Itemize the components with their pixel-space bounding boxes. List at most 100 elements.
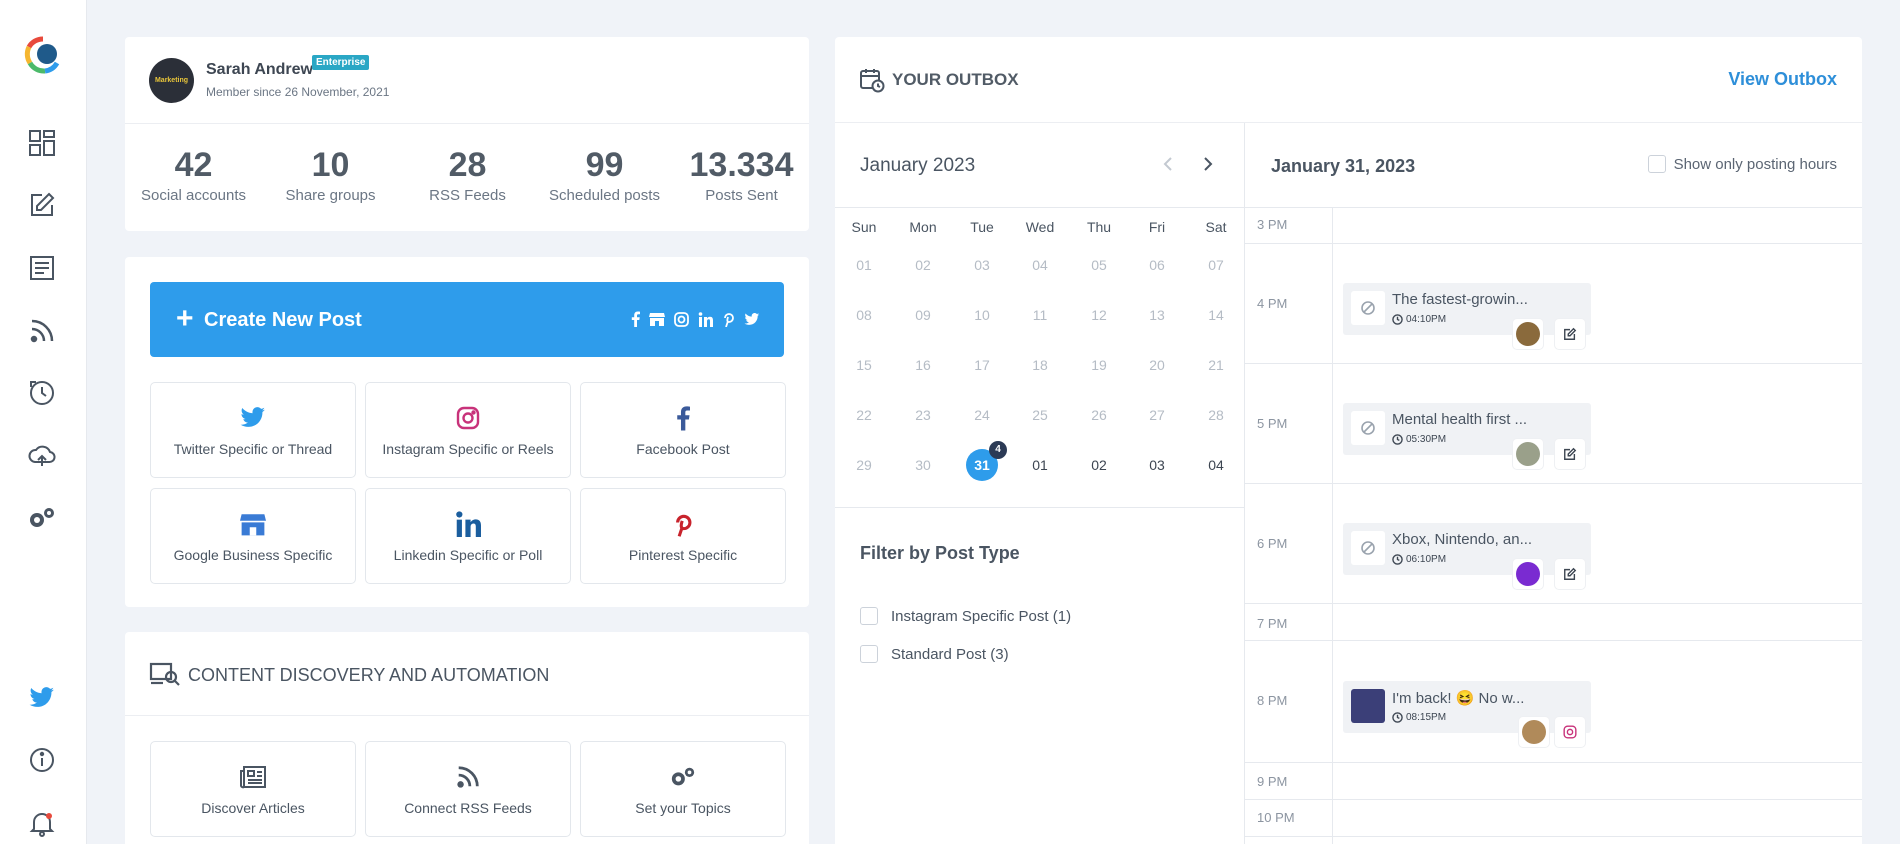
google-business-post-tile[interactable]: Google Business Specific (150, 488, 356, 584)
calendar-day[interactable]: 26 (1070, 407, 1128, 423)
edit-post-button[interactable] (1555, 319, 1585, 349)
instagram-post-tile[interactable]: Instagram Specific or Reels (365, 382, 571, 478)
linkedin-icon (366, 509, 570, 539)
stat-social-accounts[interactable]: 42 Social accounts (125, 124, 262, 204)
checkbox[interactable] (860, 607, 878, 625)
calendar-day[interactable]: 17 (953, 357, 1011, 373)
calendar-day[interactable]: 08 (835, 307, 893, 323)
discover-articles-tile[interactable]: Discover Articles (150, 741, 356, 837)
scheduled-post[interactable]: The fastest-growin... 04:10PM (1343, 283, 1591, 349)
calendar-day[interactable]: 14 (1187, 307, 1245, 323)
schedule-icon[interactable] (27, 378, 57, 408)
calendar-day[interactable]: 24 (953, 407, 1011, 423)
calendar-day[interactable]: 04 (1011, 257, 1069, 273)
calendar-day[interactable]: 30 (894, 457, 952, 473)
calendar-day[interactable]: 02 (894, 257, 952, 273)
hour-label: 5 PM (1257, 416, 1288, 431)
calendar-day[interactable]: 03 (953, 257, 1011, 273)
settings-icon[interactable] (27, 503, 57, 533)
calendar-day[interactable]: 11 (1011, 307, 1069, 323)
hour-label: 9 PM (1257, 774, 1288, 789)
avatar[interactable]: Marketing (149, 58, 194, 103)
scheduled-post[interactable]: Mental health first ... 05:30PM (1343, 403, 1591, 469)
stat-rss-feeds[interactable]: 28 RSS Feeds (399, 124, 536, 204)
post-time-label: 06:10PM (1406, 554, 1447, 565)
dashboard-icon[interactable] (27, 128, 57, 158)
calendar-day[interactable]: 07 (1187, 257, 1245, 273)
calendar-day[interactable]: 16 (894, 357, 952, 373)
prev-month-button[interactable] (1158, 153, 1178, 175)
calendar-day[interactable]: 27 (1128, 407, 1186, 423)
filter-option-instagram[interactable]: Instagram Specific Post (1) (860, 607, 1071, 625)
pinterest-post-tile[interactable]: Pinterest Specific (580, 488, 786, 584)
calendar-day[interactable]: 19 (1070, 357, 1128, 373)
instagram-icon (366, 403, 570, 433)
edit-post-button[interactable] (1555, 439, 1585, 469)
account-avatar[interactable] (1513, 319, 1543, 349)
calendar-day[interactable]: 23 (894, 407, 952, 423)
twitter-icon[interactable] (27, 683, 57, 713)
filter-option-standard[interactable]: Standard Post (3) (860, 645, 1009, 663)
scheduled-post[interactable]: I'm back! 😆 No w... 08:15PM (1343, 681, 1591, 747)
create-new-post-button[interactable]: + Create New Post (150, 282, 784, 357)
account-avatar[interactable] (1519, 717, 1549, 747)
view-outbox-link[interactable]: View Outbox (1728, 69, 1837, 90)
calendar-day[interactable]: 04 (1187, 457, 1245, 473)
stat-share-groups[interactable]: 10 Share groups (262, 124, 399, 204)
calendar-day[interactable]: 01 (1011, 457, 1069, 473)
scheduled-post[interactable]: Xbox, Nintendo, an... 06:10PM (1343, 523, 1591, 589)
calendar-day[interactable]: 29 (835, 457, 893, 473)
connect-rss-tile[interactable]: Connect RSS Feeds (365, 741, 571, 837)
calendar-day[interactable]: 18 (1011, 357, 1069, 373)
edit-icon (1564, 447, 1577, 460)
stat-scheduled-posts[interactable]: 99 Scheduled posts (536, 124, 673, 204)
edit-post-button[interactable] (1555, 559, 1585, 589)
calendar-day[interactable]: 09 (894, 307, 952, 323)
calendar-day[interactable]: 25 (1011, 407, 1069, 423)
stat-value: 42 (174, 146, 213, 184)
outbox-title: YOUR OUTBOX (892, 70, 1019, 89)
facebook-post-tile[interactable]: Facebook Post (580, 382, 786, 478)
calendar-day[interactable]: 05 (1070, 257, 1128, 273)
calendar-day[interactable]: 01 (835, 257, 893, 273)
calendar-day[interactable]: 13 (1128, 307, 1186, 323)
calendar-day[interactable]: 21 (1187, 357, 1245, 373)
checkbox[interactable] (1647, 155, 1666, 173)
selected-date: January 31, 2023 (1271, 156, 1416, 176)
post-time: 08:15PM (1392, 712, 1446, 723)
twitter-post-tile[interactable]: Twitter Specific or Thread (150, 382, 356, 478)
calendar-day[interactable]: 15 (835, 357, 893, 373)
compose-icon[interactable] (27, 190, 57, 220)
calendar-day[interactable]: 10 (953, 307, 1011, 323)
account-avatar[interactable] (1513, 559, 1543, 589)
account-avatar[interactable] (1513, 439, 1543, 469)
rss-icon[interactable] (27, 316, 57, 346)
network-icons (631, 311, 760, 327)
checkbox[interactable] (860, 645, 878, 663)
info-icon[interactable] (27, 745, 57, 775)
calendar-day[interactable]: 20 (1128, 357, 1186, 373)
articles-icon[interactable] (27, 253, 57, 283)
calendar-day[interactable]: 22 (835, 407, 893, 423)
post-text: I'm back! 😆 No w... (1392, 690, 1525, 707)
calendar-day[interactable]: 06 (1128, 257, 1186, 273)
calendar-day[interactable]: 12 (1070, 307, 1128, 323)
calendar-day[interactable]: 03 (1128, 457, 1186, 473)
set-topics-tile[interactable]: Set your Topics (580, 741, 786, 837)
notification-bell-icon[interactable] (27, 808, 57, 838)
month-calendar: January 2023 Sun Mon Tue Wed Thu Fri Sat… (835, 123, 1245, 844)
stat-label: Posts Sent (705, 187, 778, 204)
next-month-button[interactable] (1198, 153, 1218, 175)
create-post-card: + Create New Post Twitter Specific or Th… (125, 257, 809, 607)
linkedin-post-tile[interactable]: Linkedin Specific or Poll (365, 488, 571, 584)
calendar-day[interactable]: 28 (1187, 407, 1245, 423)
post-time: 05:30PM (1392, 434, 1446, 445)
show-posting-hours-toggle[interactable]: Show only posting hours (1647, 155, 1837, 173)
cloud-upload-icon[interactable] (27, 441, 57, 471)
hour-label: 3 PM (1257, 217, 1288, 232)
hour-row: 10 PM (1245, 800, 1862, 837)
filter-label: Instagram Specific Post (1) (891, 607, 1072, 625)
app-logo[interactable] (23, 35, 63, 75)
stat-posts-sent[interactable]: 13.334 Posts Sent (673, 124, 810, 204)
calendar-day[interactable]: 02 (1070, 457, 1128, 473)
